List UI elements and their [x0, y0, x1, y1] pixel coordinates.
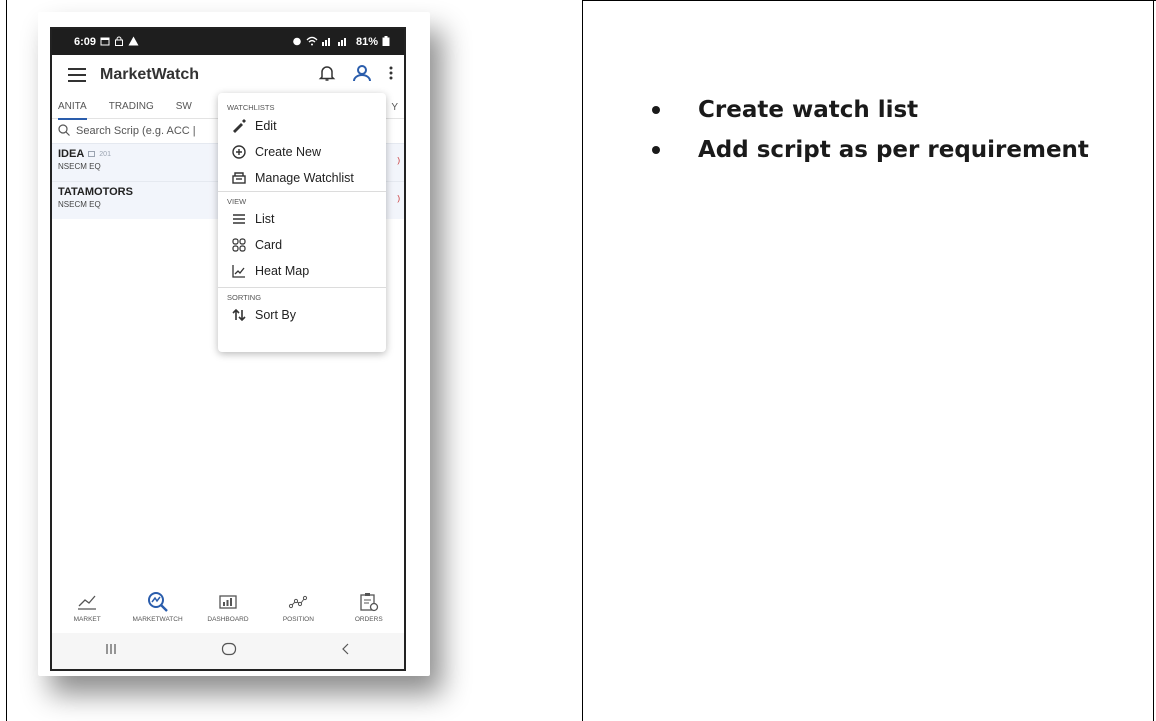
menu-label-card: Card [255, 238, 283, 252]
nav-marketwatch[interactable]: MARKETWATCH [126, 589, 190, 622]
scrip-change-partial: ) [397, 156, 400, 165]
add-circle-icon [231, 144, 247, 160]
nav-dashboard[interactable]: DASHBOARD [196, 589, 260, 622]
list-icon [231, 211, 247, 227]
nav-market[interactable]: MARKET [55, 589, 119, 622]
menu-item-sort-by[interactable]: Sort By [218, 302, 386, 328]
table-column-divider [582, 0, 583, 721]
pencil-icon [231, 118, 247, 134]
battery-icon [382, 35, 390, 49]
card-grid-icon [231, 237, 247, 253]
menu-item-edit[interactable]: Edit [218, 113, 386, 139]
scrip-symbol: TATAMOTORS [58, 186, 133, 198]
scrip-change-partial: ) [397, 194, 400, 203]
nav-position[interactable]: POSITION [266, 589, 330, 622]
menu-item-heat-map[interactable]: Heat Map [218, 258, 386, 284]
nav-orders[interactable]: ORDERS [337, 589, 401, 622]
system-navigation-bar [52, 633, 404, 669]
app-title: MarketWatch [100, 66, 199, 83]
instruction-list: Create watch list Add script as per requ… [652, 90, 1089, 170]
recent-apps-icon[interactable] [104, 642, 118, 661]
watchlist-options-menu: WATCHLISTS Edit Create New Manage Watchl… [218, 93, 386, 352]
nav-label-dashboard: DASHBOARD [207, 616, 249, 622]
menu-item-list[interactable]: List [218, 206, 386, 232]
phone-screenshot: 6:09 81% MarketWatch ANITA TRADING SW Y … [50, 27, 406, 671]
warning-icon [128, 36, 139, 49]
menu-label-edit: Edit [255, 119, 277, 133]
search-field[interactable]: Search Scrip (e.g. ACC | [58, 120, 226, 142]
menu-label-list: List [255, 212, 275, 226]
menu-label-create-new: Create New [255, 145, 321, 159]
search-icon [58, 123, 70, 139]
menu-label-heat-map: Heat Map [255, 264, 310, 278]
menu-item-create-new[interactable]: Create New [218, 139, 386, 165]
sort-icon [231, 307, 247, 323]
alarm-icon [292, 36, 302, 49]
profile-icon[interactable] [352, 64, 372, 87]
more-vertical-icon[interactable] [388, 65, 394, 86]
app-bar: MarketWatch [52, 55, 404, 95]
holdings-icon [88, 148, 96, 160]
tab-trading[interactable]: TRADING [109, 95, 154, 119]
tab-partial-right[interactable]: Y [391, 95, 398, 119]
tab-anita[interactable]: ANITA [58, 95, 87, 120]
menu-section-view: VIEW [227, 197, 247, 206]
table-top-border [582, 0, 1156, 1]
search-placeholder: Search Scrip (e.g. ACC | [76, 125, 196, 137]
wifi-icon [306, 36, 318, 49]
menu-icon[interactable] [68, 68, 86, 82]
nav-label-orders: ORDERS [354, 616, 383, 622]
home-icon[interactable] [221, 642, 237, 661]
menu-section-sorting: SORTING [227, 293, 262, 302]
heat-map-icon [231, 263, 247, 279]
position-icon [287, 589, 309, 615]
menu-item-manage-watchlist[interactable]: Manage Watchlist [218, 165, 386, 191]
marketwatch-magnifier-icon [146, 589, 170, 615]
menu-item-card[interactable]: Card [218, 232, 386, 258]
nav-label-position: POSITION [282, 616, 314, 622]
manage-watchlist-icon [231, 170, 247, 186]
orders-clipboard-icon [358, 589, 380, 615]
trend-chart-icon [76, 589, 98, 615]
scrip-symbol: IDEA [58, 148, 85, 160]
instruction-item: Add script as per requirement [652, 130, 1089, 170]
menu-label-sort-by: Sort By [255, 308, 296, 322]
bell-icon[interactable] [318, 64, 336, 87]
dashboard-icon [217, 589, 239, 615]
table-left-border [6, 0, 7, 721]
signal-icon [321, 36, 352, 49]
tab-sw[interactable]: SW [176, 95, 192, 119]
menu-label-manage-watchlist: Manage Watchlist [255, 171, 354, 185]
calendar-icon [100, 36, 110, 49]
battery-level: 81% [355, 36, 378, 48]
back-icon[interactable] [340, 642, 352, 661]
nav-label-marketwatch: MARKETWATCH [132, 616, 183, 622]
status-time: 6:09 [74, 36, 97, 48]
scrip-badge: 201 [99, 150, 111, 158]
instruction-item: Create watch list [652, 90, 1089, 130]
nav-label-market: MARKET [73, 616, 101, 622]
lock-icon [114, 36, 124, 49]
bottom-navigation: MARKET MARKETWATCH DASHBOARD POSITION OR… [52, 589, 404, 629]
table-right-border [1153, 0, 1154, 721]
status-bar: 6:09 81% [52, 29, 404, 55]
menu-section-watchlists: WATCHLISTS [227, 103, 275, 112]
